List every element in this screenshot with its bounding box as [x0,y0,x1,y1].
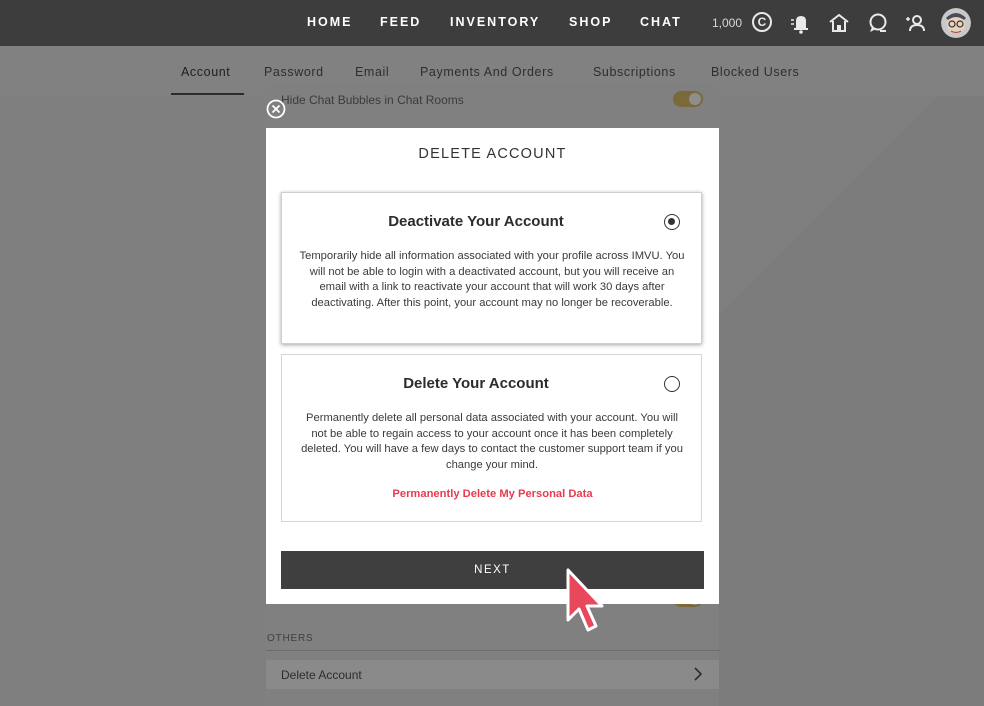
friends-icon[interactable] [904,11,928,35]
tab-email[interactable]: Email [355,65,389,79]
mouse-pointer-icon [566,568,604,632]
home-icon[interactable] [827,11,851,35]
deactivate-radio[interactable] [664,214,680,230]
credits-balance[interactable]: 1,000 [712,16,742,30]
messages-icon[interactable] [866,11,890,35]
others-section-label: OTHERS [267,633,314,644]
credits-icon[interactable]: C [752,12,772,32]
deactivate-account-option[interactable]: Deactivate Your Account Temporarily hide… [281,192,702,344]
section-divider [266,650,719,651]
hide-chat-bubbles-label: Hide Chat Bubbles in Chat Rooms [281,93,464,107]
option-title: Delete Your Account [403,375,549,392]
option-title: Deactivate Your Account [388,213,564,230]
nav-home[interactable]: HOME [307,15,353,29]
nav-inventory[interactable]: INVENTORY [450,15,540,29]
tab-account[interactable]: Account [181,65,230,79]
chevron-right-icon [694,667,703,681]
tab-password[interactable]: Password [264,65,324,79]
top-nav-bar: HOME FEED INVENTORY SHOP CHAT 1,000 C [0,0,984,46]
modal-title: DELETE ACCOUNT [418,146,567,162]
user-avatar[interactable] [941,8,971,38]
active-tab-indicator [171,93,244,95]
nav-shop[interactable]: SHOP [569,15,612,29]
delete-account-label: Delete Account [281,668,362,682]
tab-subscriptions[interactable]: Subscriptions [593,65,676,79]
tab-payments-and-orders[interactable]: Payments And Orders [420,65,554,79]
option-description: Permanently delete all personal data ass… [301,412,683,471]
next-button[interactable]: NEXT [281,551,704,589]
permanently-delete-link[interactable]: Permanently Delete My Personal Data [282,488,703,500]
delete-account-modal: DELETE ACCOUNT Deactivate Your Account T… [266,128,719,604]
option-description: Temporarily hide all information associa… [299,250,685,309]
tab-blocked-users[interactable]: Blocked Users [711,65,799,79]
delete-account-option[interactable]: Delete Your Account Permanently delete a… [281,354,702,522]
nav-feed[interactable]: FEED [380,15,421,29]
hide-chat-bubbles-toggle[interactable] [673,91,703,107]
delete-radio[interactable] [664,376,680,392]
close-icon[interactable] [266,99,286,119]
delete-account-row[interactable]: Delete Account [266,660,719,689]
nav-chat[interactable]: CHAT [640,15,682,29]
notifications-icon[interactable] [789,11,813,35]
